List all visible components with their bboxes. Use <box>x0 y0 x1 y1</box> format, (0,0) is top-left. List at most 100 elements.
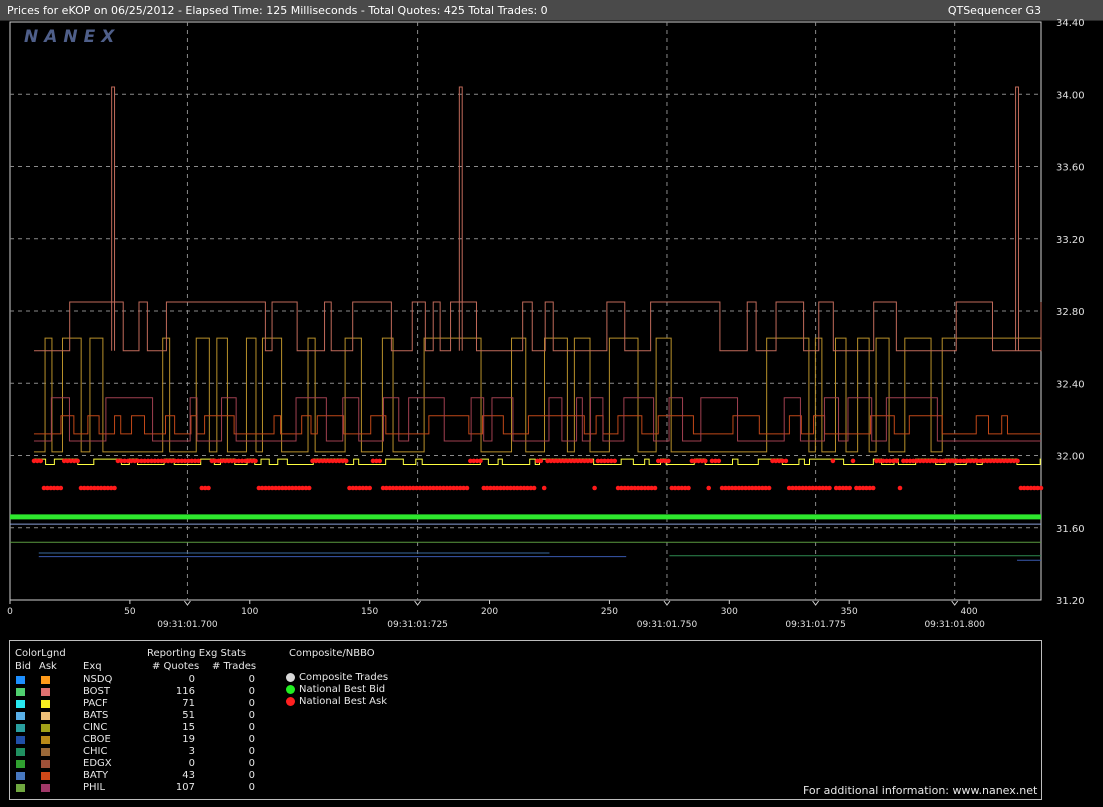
ask-point <box>1015 458 1020 464</box>
x-tick-label: 250 <box>601 607 618 617</box>
x-tick-label: 350 <box>841 607 858 617</box>
ask-point <box>343 458 349 464</box>
quote-count: 107 <box>175 782 195 793</box>
ask-point <box>612 458 617 464</box>
bid-color-swatch <box>16 712 25 720</box>
ask-point <box>894 458 899 464</box>
ask-point <box>592 485 597 491</box>
nbbo-dot-icon <box>286 697 295 706</box>
trade-count: 0 <box>248 686 255 697</box>
ask-color-swatch <box>41 700 50 708</box>
quote-count: 19 <box>182 734 195 745</box>
ask-point <box>827 485 832 491</box>
ask-point <box>783 458 789 464</box>
quotes-column-label: # Quotes <box>152 661 200 672</box>
bid-color-swatch <box>16 724 25 732</box>
ask-point <box>847 485 852 491</box>
y-tick-label: 34.40 <box>1056 18 1085 29</box>
x-tick-label: 200 <box>481 607 498 617</box>
quote-count: 0 <box>188 758 195 769</box>
time-tick-label: 09:31:01:725 <box>387 620 448 630</box>
trade-count: 0 <box>248 710 255 721</box>
ask-color-swatch <box>41 688 50 696</box>
x-tick-label: 300 <box>721 607 738 617</box>
ask-color-swatch <box>41 784 50 792</box>
quote-count: 15 <box>182 722 195 733</box>
ask-point <box>870 485 876 491</box>
exchange-name: CHIC <box>83 746 108 757</box>
quote-count: 51 <box>182 710 195 721</box>
color-legend-title: ColorLgnd <box>15 648 66 659</box>
exchange-name: EDGX <box>83 758 112 769</box>
ask-point <box>112 485 117 491</box>
ask-point <box>75 458 80 464</box>
nbbo-dot-icon <box>286 673 295 682</box>
bid-color-swatch <box>16 676 25 684</box>
ask-point <box>541 485 547 491</box>
time-tick-label: 09:31:01.750 <box>637 620 698 630</box>
exchange-name: BATS <box>83 710 109 721</box>
ask-point <box>588 458 594 464</box>
quote-count: 116 <box>175 686 195 697</box>
x-tick-label: 150 <box>361 607 378 617</box>
time-tick-marker <box>951 600 959 606</box>
ask-color-swatch <box>41 712 50 720</box>
ask-color-swatch <box>41 724 50 732</box>
exchange-name: PHIL <box>83 782 106 793</box>
ask-color-swatch <box>41 772 50 780</box>
bid-color-swatch <box>16 688 25 696</box>
ask-point <box>830 458 836 464</box>
quote-count: 3 <box>188 746 195 757</box>
y-tick-label: 33.20 <box>1056 235 1085 246</box>
price-chart: NANEX 34.40 34.00 33.60 33.20 32.80 32.40 32.00… <box>7 18 1085 630</box>
ask-point <box>766 485 772 491</box>
x-tick-label: 100 <box>241 607 258 617</box>
ask-point <box>377 458 383 464</box>
ask-point <box>1038 485 1044 491</box>
time-tick-label: 09:31:01.800 <box>924 620 985 630</box>
bid-column-label: Bid <box>15 661 31 672</box>
watermark-logo: NANEX <box>24 27 120 47</box>
bid-color-swatch <box>16 760 25 768</box>
ask-point <box>464 485 470 491</box>
time-tick-marker <box>184 600 191 606</box>
ask-point <box>666 458 671 464</box>
nbbo-dot-icon <box>286 685 295 694</box>
ask-color-swatch <box>41 760 50 768</box>
ask-point <box>850 458 856 464</box>
nbbo-item-label: National Best Ask <box>299 696 388 707</box>
trade-count: 0 <box>248 770 255 781</box>
y-tick-label: 32.40 <box>1056 379 1085 390</box>
bid-color-swatch <box>16 784 25 792</box>
footer-info: For additional information: www.nanex.ne… <box>803 784 1038 797</box>
ask-point <box>706 485 711 491</box>
y-tick-label: 32.80 <box>1056 307 1085 318</box>
ask-point <box>253 458 258 464</box>
trades-column-label: # Trades <box>212 661 257 672</box>
ask-color-swatch <box>41 676 50 684</box>
time-tick-marker <box>663 600 671 606</box>
ask-point <box>478 458 483 464</box>
y-tick-label: 31.60 <box>1056 524 1085 535</box>
trade-count: 0 <box>248 734 255 745</box>
y-tick-label: 34.00 <box>1056 90 1085 101</box>
ask-point <box>897 485 903 491</box>
ask-point <box>367 485 373 491</box>
exchange-name: NSDQ <box>83 674 113 685</box>
x-tick-label: 50 <box>124 607 136 617</box>
exchange-name: BATY <box>83 770 109 781</box>
stats-title: Reporting Exg Stats <box>147 648 247 659</box>
exchange-name: PACF <box>83 698 108 709</box>
nbbo-item-label: Composite Trades <box>299 672 389 683</box>
bid-color-swatch <box>16 700 25 708</box>
ask-point <box>196 458 201 464</box>
nbbo-item-label: National Best Bid <box>299 684 386 695</box>
time-tick-marker <box>812 600 820 606</box>
trade-count: 0 <box>248 722 255 733</box>
nbbo-title: Composite/NBBO <box>289 648 375 659</box>
exchange-column-label: Exq <box>83 661 102 672</box>
y-tick-label: 31.20 <box>1056 596 1085 607</box>
ask-color-swatch <box>41 736 50 744</box>
bid-color-swatch <box>16 772 25 780</box>
trade-count: 0 <box>248 758 255 769</box>
